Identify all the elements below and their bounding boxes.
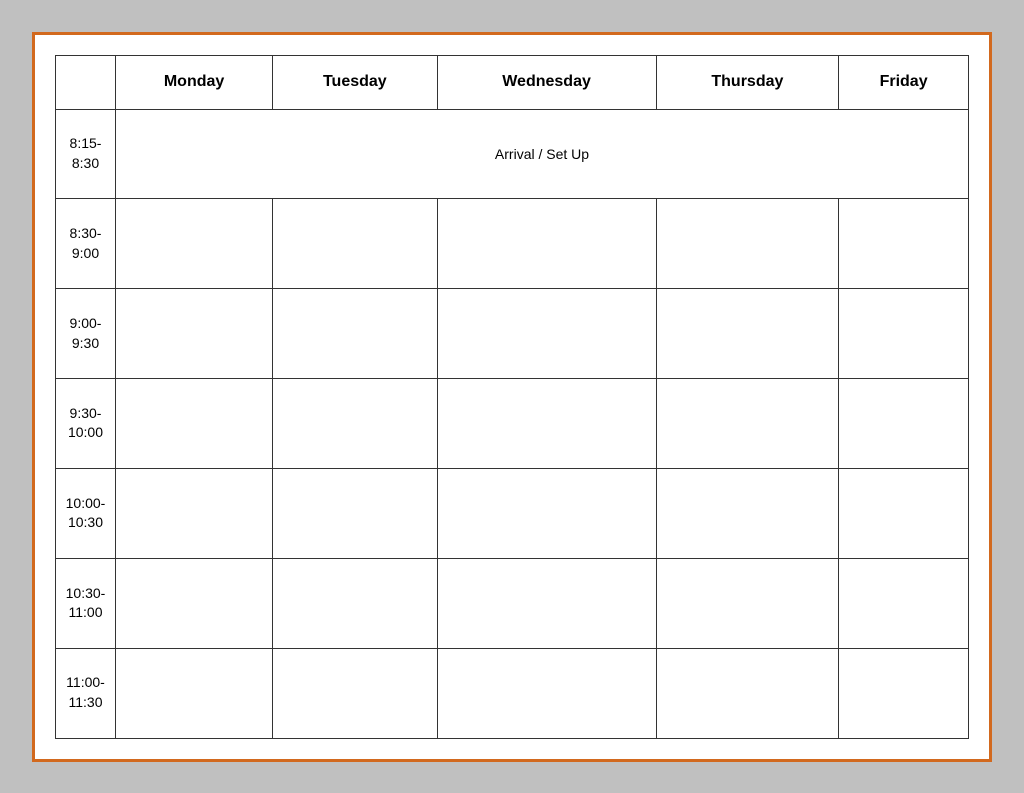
day-cell: [116, 379, 273, 469]
day-cell: [273, 379, 437, 469]
header-friday: Friday: [839, 55, 969, 109]
table-row: 9:00- 9:30: [56, 289, 969, 379]
time-cell: 9:00- 9:30: [56, 289, 116, 379]
day-cell: [116, 199, 273, 289]
header-time: [56, 55, 116, 109]
day-cell: [656, 289, 839, 379]
table-row: 8:30- 9:00: [56, 199, 969, 289]
day-cell: [839, 558, 969, 648]
time-cell: 10:00- 10:30: [56, 468, 116, 558]
day-cell: [839, 468, 969, 558]
day-cell: [656, 379, 839, 469]
header-monday: Monday: [116, 55, 273, 109]
header-thursday: Thursday: [656, 55, 839, 109]
header-row: Monday Tuesday Wednesday Thursday Friday: [56, 55, 969, 109]
day-cell: [437, 648, 656, 738]
day-cell: [839, 379, 969, 469]
day-cell: [273, 468, 437, 558]
day-cell: [656, 648, 839, 738]
header-tuesday: Tuesday: [273, 55, 437, 109]
time-cell: 11:00- 11:30: [56, 648, 116, 738]
time-cell: 10:30- 11:00: [56, 558, 116, 648]
header-wednesday: Wednesday: [437, 55, 656, 109]
day-cell: [116, 468, 273, 558]
day-cell: [437, 379, 656, 469]
day-cell: [839, 289, 969, 379]
table-row: 10:00- 10:30: [56, 468, 969, 558]
day-cell: [437, 289, 656, 379]
day-cell: [839, 648, 969, 738]
arrival-cell: Arrival / Set Up: [116, 109, 969, 199]
day-cell: [437, 199, 656, 289]
day-cell: [273, 648, 437, 738]
table-row: 8:15- 8:30Arrival / Set Up: [56, 109, 969, 199]
page: Monday Tuesday Wednesday Thursday Friday…: [32, 32, 992, 762]
schedule-table: Monday Tuesday Wednesday Thursday Friday…: [55, 55, 969, 739]
day-cell: [656, 468, 839, 558]
time-cell: 9:30- 10:00: [56, 379, 116, 469]
table-row: 11:00- 11:30: [56, 648, 969, 738]
day-cell: [116, 558, 273, 648]
day-cell: [656, 558, 839, 648]
day-cell: [273, 199, 437, 289]
table-row: 9:30- 10:00: [56, 379, 969, 469]
day-cell: [437, 468, 656, 558]
day-cell: [116, 648, 273, 738]
time-cell: 8:30- 9:00: [56, 199, 116, 289]
day-cell: [839, 199, 969, 289]
day-cell: [656, 199, 839, 289]
day-cell: [116, 289, 273, 379]
day-cell: [437, 558, 656, 648]
day-cell: [273, 558, 437, 648]
day-cell: [273, 289, 437, 379]
time-cell: 8:15- 8:30: [56, 109, 116, 199]
table-row: 10:30- 11:00: [56, 558, 969, 648]
